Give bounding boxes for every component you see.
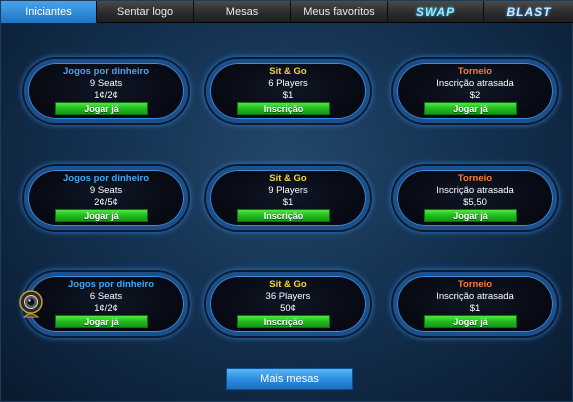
table-players: 6 Players <box>268 78 308 89</box>
table-late-registration: Inscrição atrasada <box>436 291 514 302</box>
table-title: Torneio <box>457 173 493 184</box>
table-buyin: $5,50 <box>463 197 487 208</box>
table-seats: 9 Seats <box>89 185 123 196</box>
lobby-panel: Iniciantes Sentar logo Mesas Meus favori… <box>0 0 573 402</box>
table-title: Jogos por dinheiro <box>62 173 150 184</box>
more-tables-button[interactable]: Mais mesas <box>226 368 353 390</box>
table-title: Sit & Go <box>269 66 307 77</box>
tab-blast[interactable]: BLAST <box>484 1 573 23</box>
tab-mesas[interactable]: Mesas <box>194 1 291 23</box>
play-now-button[interactable]: Jogar já <box>55 315 148 328</box>
tab-meus-favoritos[interactable]: Meus favoritos <box>291 1 388 23</box>
blast-logo: BLAST <box>506 4 552 19</box>
table-title: Jogos por dinheiro <box>67 279 155 290</box>
table-card-tournament[interactable]: Torneio Inscrição atrasada $2 Jogar já <box>393 59 557 123</box>
table-buyin: $2 <box>469 90 481 101</box>
play-now-button[interactable]: Jogar já <box>55 209 148 222</box>
table-seats: 9 Seats <box>89 78 123 89</box>
table-seats: 6 Seats <box>89 291 123 302</box>
table-card-cash[interactable]: Jogos por dinheiro 9 Seats 2¢/5¢ Jogar j… <box>24 166 188 230</box>
table-card-tournament[interactable]: Torneio Inscrição atrasada $1 Jogar já <box>393 272 557 336</box>
tab-iniciantes[interactable]: Iniciantes <box>1 1 97 23</box>
table-buyin: 50¢ <box>280 303 296 314</box>
play-now-button[interactable]: Jogar já <box>424 209 517 222</box>
play-now-button[interactable]: Jogar já <box>55 102 148 115</box>
tab-swap[interactable]: SWAP <box>388 1 484 23</box>
table-stakes: 1¢/2¢ <box>94 303 118 314</box>
table-title: Torneio <box>457 279 493 290</box>
table-title: Jogos por dinheiro <box>62 66 150 77</box>
play-now-button[interactable]: Jogar já <box>424 315 517 328</box>
table-card-cash[interactable]: Jogos por dinheiro 9 Seats 1¢/2¢ Jogar j… <box>24 59 188 123</box>
table-card-sitngo[interactable]: Sit & Go 36 Players 50¢ Inscrição <box>206 272 370 336</box>
tab-bar: Iniciantes Sentar logo Mesas Meus favori… <box>1 1 573 23</box>
table-card-cash[interactable]: Jogos por dinheiro 6 Seats 1¢/2¢ Jogar j… <box>19 272 188 336</box>
table-card-sitngo[interactable]: Sit & Go 6 Players $1 Inscrição <box>206 59 370 123</box>
table-players: 9 Players <box>268 185 308 196</box>
table-title: Sit & Go <box>269 173 307 184</box>
tab-sentar-logo[interactable]: Sentar logo <box>97 1 194 23</box>
table-title: Sit & Go <box>269 279 307 290</box>
play-now-button[interactable]: Jogar já <box>424 102 517 115</box>
table-stakes: 1¢/2¢ <box>94 90 118 101</box>
table-buyin: $1 <box>282 197 294 208</box>
table-buyin: $1 <box>469 303 481 314</box>
register-button[interactable]: Inscrição <box>237 315 330 328</box>
register-button[interactable]: Inscrição <box>237 102 330 115</box>
table-late-registration: Inscrição atrasada <box>436 185 514 196</box>
table-stakes: 2¢/5¢ <box>94 197 118 208</box>
swap-logo: SWAP <box>415 4 456 19</box>
table-card-tournament[interactable]: Torneio Inscrição atrasada $5,50 Jogar j… <box>393 166 557 230</box>
table-players: 36 Players <box>265 291 311 302</box>
table-buyin: $1 <box>282 90 294 101</box>
table-title: Torneio <box>457 66 493 77</box>
table-late-registration: Inscrição atrasada <box>436 78 514 89</box>
table-card-sitngo[interactable]: Sit & Go 9 Players $1 Inscrição <box>206 166 370 230</box>
register-button[interactable]: Inscrição <box>237 209 330 222</box>
